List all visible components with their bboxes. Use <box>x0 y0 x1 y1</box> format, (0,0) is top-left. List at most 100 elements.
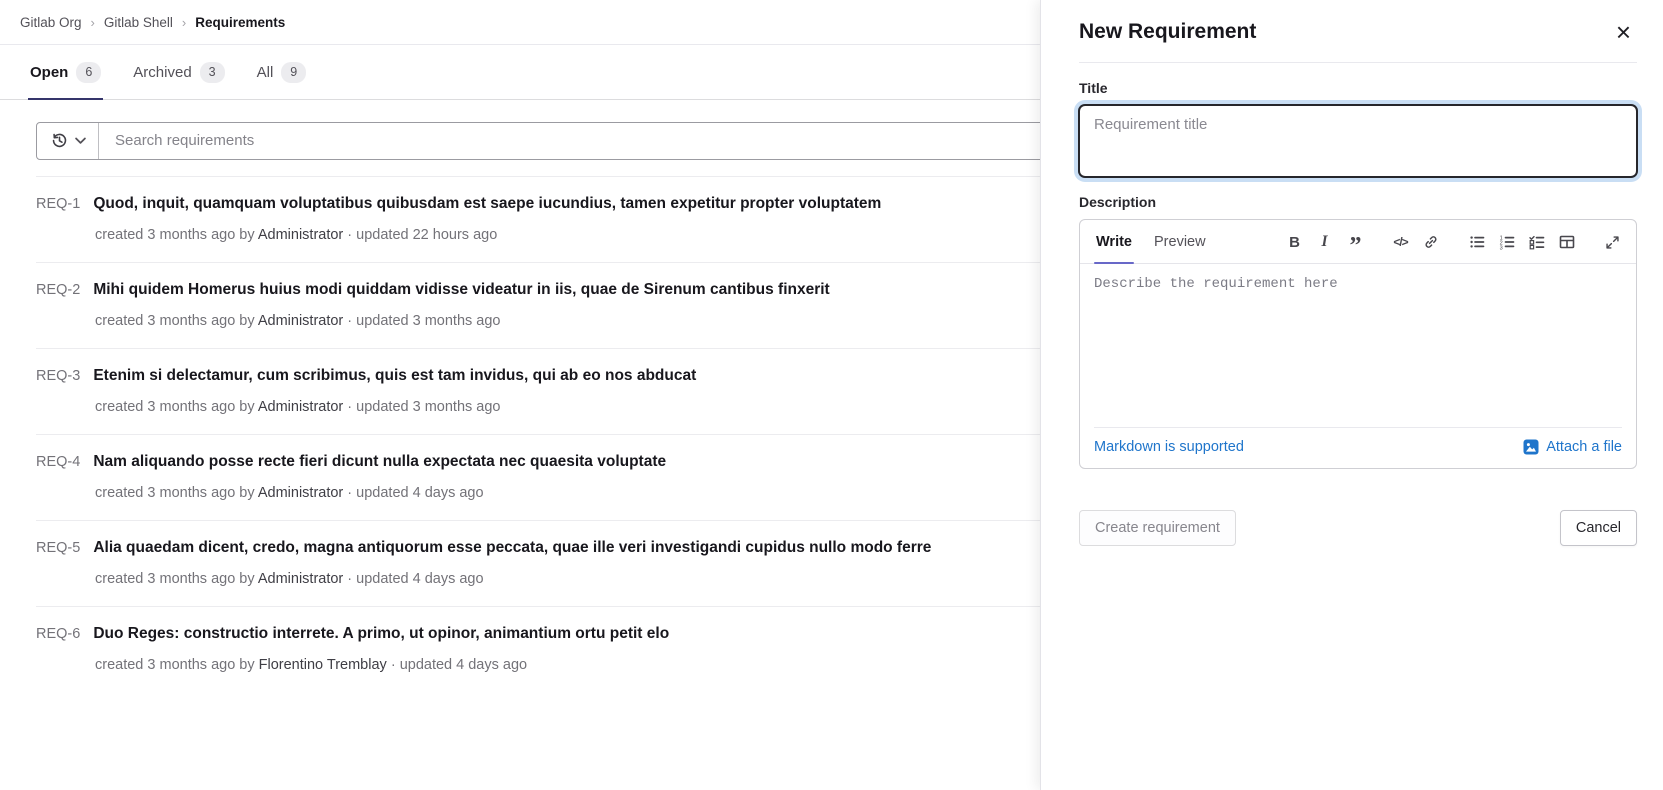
history-icon <box>51 132 68 149</box>
quote-icon: ” <box>1350 242 1360 252</box>
meta-separator: · <box>347 571 352 587</box>
tab-open[interactable]: Open 6 <box>28 45 103 100</box>
new-requirement-drawer: New Requirement × Title Description Writ… <box>1040 0 1663 790</box>
breadcrumb-separator-icon: › <box>91 15 95 30</box>
state-tabs: Open 6 Archived 3 All 9 <box>0 45 1041 100</box>
breadcrumb: Gitlab Org › Gitlab Shell › Requirements <box>0 0 1041 45</box>
breadcrumb-link-project[interactable]: Gitlab Shell <box>104 15 173 30</box>
requirement-updated: updated 4 days ago <box>356 485 483 501</box>
requirement-meta: created 3 months ago by Florentino Tremb… <box>95 657 1041 673</box>
bold-icon: B <box>1289 234 1300 251</box>
search-row <box>36 122 1041 160</box>
close-button[interactable]: × <box>1610 17 1637 47</box>
tab-archived-count-badge: 3 <box>200 62 225 83</box>
numbered-list-icon: 1 2 3 <box>1499 234 1515 250</box>
tab-archived[interactable]: Archived 3 <box>131 45 226 100</box>
requirement-title[interactable]: Mihi quidem Homerus huius modi quiddam v… <box>93 280 829 300</box>
table-icon <box>1559 234 1575 250</box>
requirement-id: REQ-5 <box>36 540 80 556</box>
requirement-title[interactable]: Quod, inquit, quamquam voluptatibus quib… <box>93 194 881 214</box>
table-button[interactable] <box>1553 229 1580 255</box>
tab-open-label: Open <box>30 64 68 81</box>
drawer-actions: Create requirement Cancel <box>1079 510 1637 546</box>
drawer-header: New Requirement × <box>1079 0 1637 63</box>
meta-separator: · <box>391 657 396 673</box>
breadcrumb-separator-icon: › <box>182 15 186 30</box>
requirement-meta: created 3 months ago by Administrator · … <box>95 313 1041 329</box>
quote-button[interactable]: ” <box>1341 229 1368 255</box>
requirement-row[interactable]: REQ-6 Duo Reges: constructio interrete. … <box>36 606 1041 692</box>
tab-all-label: All <box>257 64 274 81</box>
requirements-page: Gitlab Org › Gitlab Shell › Requirements… <box>0 0 1663 790</box>
recent-searches-button[interactable] <box>37 123 99 159</box>
breadcrumb-link-group[interactable]: Gitlab Org <box>20 15 82 30</box>
italic-icon: I <box>1321 233 1327 251</box>
bold-button[interactable]: B <box>1281 229 1308 255</box>
requirement-id: REQ-6 <box>36 626 80 642</box>
create-requirement-button[interactable]: Create requirement <box>1079 510 1236 546</box>
requirement-title[interactable]: Alia quaedam dicent, credo, magna antiqu… <box>93 538 931 558</box>
close-icon: × <box>1616 17 1631 47</box>
requirement-row[interactable]: REQ-5 Alia quaedam dicent, credo, magna … <box>36 520 1041 606</box>
requirement-id: REQ-2 <box>36 282 80 298</box>
main-content: Gitlab Org › Gitlab Shell › Requirements… <box>0 0 1041 790</box>
requirement-meta: created 3 months ago by Administrator · … <box>95 227 1041 243</box>
attach-file-button[interactable]: Attach a file <box>1523 439 1622 455</box>
requirement-meta: created 3 months ago by Administrator · … <box>95 399 1041 415</box>
tab-all[interactable]: All 9 <box>255 45 309 100</box>
markdown-supported-link[interactable]: Markdown is supported <box>1094 439 1244 455</box>
meta-separator: · <box>347 313 352 329</box>
requirement-updated: updated 3 months ago <box>356 399 500 415</box>
requirement-meta: created 3 months ago by Administrator · … <box>95 485 1041 501</box>
requirement-author: Administrator <box>258 485 343 501</box>
requirement-title[interactable]: Duo Reges: constructio interrete. A prim… <box>93 624 669 644</box>
cancel-button[interactable]: Cancel <box>1560 510 1637 546</box>
requirement-row[interactable]: REQ-2 Mihi quidem Homerus huius modi qui… <box>36 262 1041 348</box>
requirement-updated: updated 4 days ago <box>400 657 527 673</box>
search-box <box>36 122 1041 160</box>
requirement-title[interactable]: Nam aliquando posse recte fieri dicunt n… <box>93 452 666 472</box>
requirement-author: Administrator <box>258 313 343 329</box>
drawer-title: New Requirement <box>1079 20 1256 44</box>
requirement-updated: updated 22 hours ago <box>356 227 497 243</box>
formatting-toolbar: B I ” </> <box>1281 229 1626 263</box>
requirement-id: REQ-4 <box>36 454 80 470</box>
markdown-editor: Write Preview B I ” </> <box>1079 219 1637 469</box>
markdown-editor-header: Write Preview B I ” </> <box>1080 220 1636 264</box>
code-button[interactable]: </> <box>1387 229 1414 255</box>
tab-write[interactable]: Write <box>1094 220 1134 263</box>
fullscreen-button[interactable] <box>1599 229 1626 255</box>
tab-preview[interactable]: Preview <box>1152 220 1208 263</box>
bullet-list-button[interactable] <box>1463 229 1490 255</box>
tab-all-count-badge: 9 <box>281 62 306 83</box>
meta-separator: · <box>347 485 352 501</box>
requirement-row[interactable]: REQ-3 Etenim si delectamur, cum scribimu… <box>36 348 1041 434</box>
requirement-author: Administrator <box>258 399 343 415</box>
requirement-title[interactable]: Etenim si delectamur, cum scribimus, qui… <box>93 366 696 386</box>
fullscreen-icon <box>1605 235 1620 250</box>
description-input[interactable] <box>1080 264 1636 427</box>
task-list-icon <box>1529 234 1545 250</box>
italic-button[interactable]: I <box>1311 229 1338 255</box>
link-icon <box>1423 234 1439 250</box>
search-input[interactable] <box>99 123 1041 159</box>
link-button[interactable] <box>1417 229 1444 255</box>
tab-archived-label: Archived <box>133 64 191 81</box>
requirement-author: Administrator <box>258 227 343 243</box>
breadcrumb-current-page: Requirements <box>195 15 285 30</box>
meta-separator: · <box>347 227 352 243</box>
requirement-row[interactable]: REQ-1 Quod, inquit, quamquam voluptatibu… <box>36 176 1041 262</box>
requirement-id: REQ-3 <box>36 368 80 384</box>
requirement-row[interactable]: REQ-4 Nam aliquando posse recte fieri di… <box>36 434 1041 520</box>
requirement-meta: created 3 months ago by Administrator · … <box>95 571 1041 587</box>
requirement-author: Administrator <box>258 571 343 587</box>
bullet-list-icon <box>1469 234 1485 250</box>
requirement-id: REQ-1 <box>36 196 80 212</box>
numbered-list-button[interactable]: 1 2 3 <box>1493 229 1520 255</box>
task-list-button[interactable] <box>1523 229 1550 255</box>
editor-mode-tabs: Write Preview <box>1094 220 1208 263</box>
requirement-author: Florentino Tremblay <box>259 657 387 673</box>
requirement-title-input[interactable] <box>1079 105 1637 177</box>
svg-text:3: 3 <box>1499 245 1502 250</box>
chevron-down-icon <box>75 137 86 145</box>
